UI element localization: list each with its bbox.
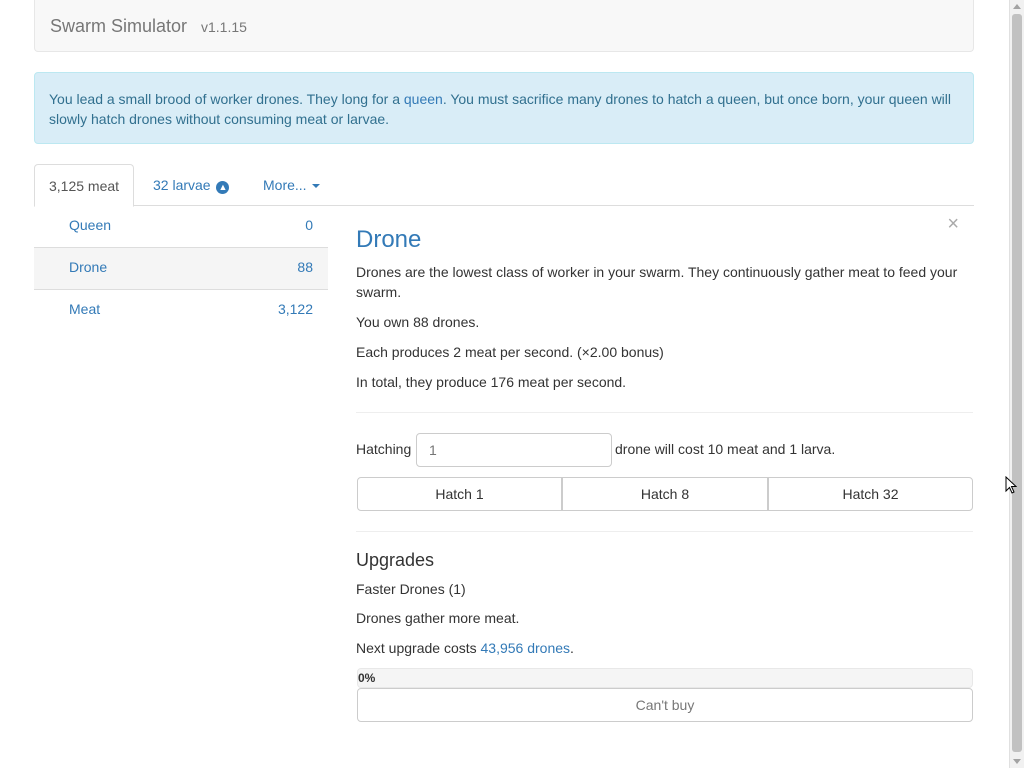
unit-title: Drone (356, 226, 422, 253)
scroll-down-icon[interactable] (1013, 759, 1021, 764)
owned-count: You own 88 drones. (356, 314, 480, 330)
mouse-pointer-icon (1005, 476, 1017, 494)
arrow-circle-up-icon: ▲ (216, 181, 230, 194)
navbar: Swarm Simulator v1.1.15 (34, 0, 974, 52)
production-rate: Each produces 2 meat per second. (×2.00 … (356, 344, 664, 360)
tab-more-label: More... (263, 177, 307, 193)
unit-name: Drone (69, 259, 108, 275)
total-production: In total, they produce 176 meat per seco… (356, 374, 627, 390)
unit-name: Meat (69, 301, 101, 317)
upgrade-cost-link[interactable]: 43,956 drones (481, 640, 571, 656)
upgrade-cost-prefix: Next upgrade costs (356, 640, 481, 656)
unit-count: 88 (297, 259, 313, 275)
unit-row-queen[interactable]: Queen 0 (34, 206, 328, 248)
unit-description: Drones are the lowest class of worker in… (356, 264, 958, 300)
upgrade-progress-bar: 0% (357, 668, 973, 688)
hatch-count-input[interactable] (416, 433, 612, 467)
unit-row-meat[interactable]: Meat 3,122 (34, 290, 328, 332)
tab-more[interactable]: More... (249, 164, 334, 206)
unit-row-drone[interactable]: Drone 88 (34, 248, 328, 290)
app-version: v1.1.15 (201, 19, 247, 35)
caret-down-icon (311, 184, 320, 188)
upgrade-cost-suffix: . (570, 640, 574, 656)
upgrades-heading: Upgrades (356, 550, 435, 570)
hatch-button-group: Hatch 1 Hatch 8 Hatch 32 (357, 477, 973, 511)
divider (356, 531, 973, 532)
app-title[interactable]: Swarm Simulator (50, 16, 187, 37)
tab-larvae[interactable]: 32 larvae ▲ (139, 164, 243, 206)
hatch-cost-text: drone will cost 10 meat and 1 larva. (615, 441, 836, 457)
intro-alert: You lead a small brood of worker drones.… (34, 72, 974, 144)
hatching-label: Hatching (356, 441, 412, 457)
queen-link[interactable]: queen (404, 91, 443, 107)
scroll-thumb[interactable] (1012, 14, 1022, 752)
hatch-8-button[interactable]: Hatch 8 (562, 477, 768, 511)
tab-meat-label: 3,125 meat (49, 178, 120, 194)
close-icon[interactable]: × (947, 214, 959, 234)
upgrade-name: Faster Drones (1) (356, 581, 466, 597)
vertical-scrollbar[interactable] (1009, 0, 1024, 768)
unit-list: Queen 0 Drone 88 Meat 3,122 (34, 206, 328, 332)
tab-meat[interactable]: 3,125 meat (34, 164, 135, 207)
tab-larvae-label: 32 larvae (153, 177, 211, 193)
resource-tabs: 3,125 meat 32 larvae ▲ More... (34, 164, 974, 207)
progress-label: 0% (358, 671, 376, 685)
scroll-up-icon[interactable] (1013, 4, 1021, 9)
hatch-1-button[interactable]: Hatch 1 (357, 477, 562, 511)
hatch-32-button[interactable]: Hatch 32 (768, 477, 973, 511)
unit-name: Queen (69, 217, 112, 233)
upgrade-description: Drones gather more meat. (356, 610, 520, 626)
unit-count: 3,122 (277, 301, 313, 317)
alert-text-before: You lead a small brood of worker drones.… (49, 91, 404, 107)
cant-buy-button[interactable]: Can't buy (357, 688, 973, 722)
unit-count: 0 (305, 217, 313, 233)
divider (356, 412, 973, 413)
upgrade-cost: Next upgrade costs 43,956 drones. (356, 638, 574, 658)
